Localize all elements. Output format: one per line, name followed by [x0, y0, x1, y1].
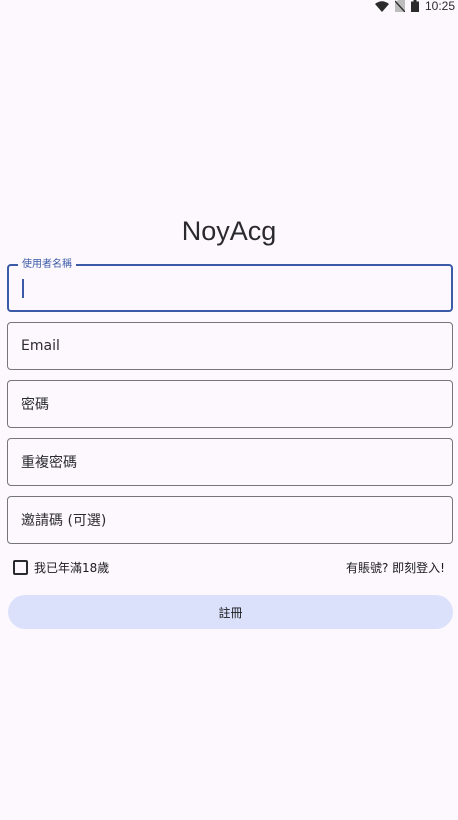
- age-check-row[interactable]: 我已年滿18歲: [13, 559, 109, 576]
- no-sim-icon: [394, 0, 405, 12]
- email-placeholder: Email: [21, 338, 60, 354]
- confirm-password-field[interactable]: 重複密碼: [7, 438, 453, 486]
- battery-icon: [410, 0, 419, 12]
- register-screen: 10:25 NoyAcg 使用者名稱 Email 密碼 重複密碼 邀請碼 (可選…: [0, 0, 458, 820]
- register-button-label: 註冊: [218, 605, 243, 620]
- email-field[interactable]: Email: [7, 322, 453, 370]
- register-button[interactable]: 註冊: [8, 595, 453, 629]
- wifi-icon: [374, 0, 389, 12]
- app-title: NoyAcg: [181, 216, 277, 246]
- username-label: 使用者名稱: [18, 259, 76, 271]
- confirm-password-placeholder: 重複密碼: [21, 455, 77, 471]
- text-cursor: [22, 279, 24, 298]
- invite-code-field[interactable]: 邀請碼 (可選): [7, 496, 453, 544]
- status-bar: 10:25: [374, 0, 458, 13]
- status-time: 10:25: [424, 0, 455, 13]
- invite-code-placeholder: 邀請碼 (可選): [21, 513, 107, 529]
- login-link[interactable]: 有賬號? 即刻登入!: [346, 559, 445, 576]
- age-checkbox[interactable]: [13, 560, 28, 575]
- password-field[interactable]: 密碼: [7, 380, 453, 428]
- age-check-label: 我已年滿18歲: [34, 561, 110, 575]
- password-placeholder: 密碼: [21, 397, 49, 413]
- username-field[interactable]: 使用者名稱: [7, 259, 453, 312]
